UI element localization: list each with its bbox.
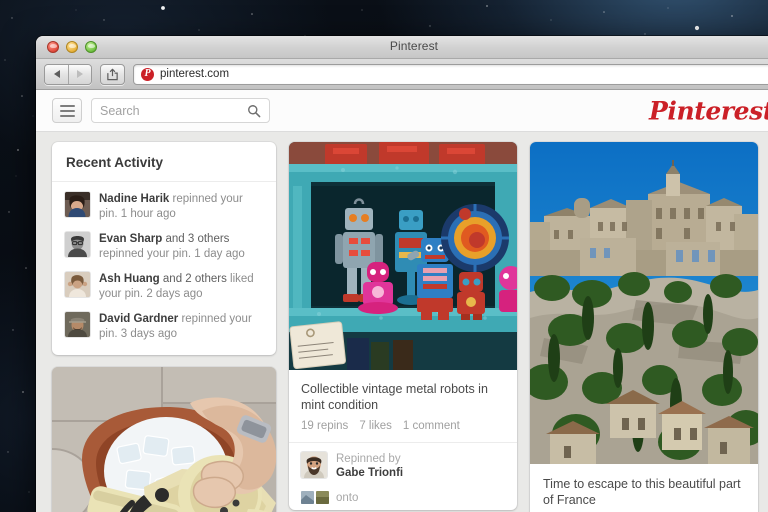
pin-card-france[interactable]: Time to escape to this beautiful part of… [530, 142, 758, 512]
activity-others: and 2 others [162, 273, 227, 285]
feed-column-left: Recent Activity Nadine Harik repinned yo… [52, 142, 276, 512]
menu-bar-icon [59, 114, 75, 117]
pin-image-robots[interactable] [289, 142, 517, 370]
pin-repinner[interactable]: Repinned by Gabe Trionfi [289, 442, 517, 488]
arrow-left-icon [53, 70, 60, 78]
window-titlebar: Pinterest [36, 36, 768, 59]
pin-card-icecream[interactable] [52, 367, 276, 512]
pinterest-header: Search Pinterest [36, 90, 768, 132]
france-photo [530, 142, 758, 464]
board-thumb-image [316, 491, 329, 504]
search-icon [248, 104, 261, 117]
board-thumb [301, 491, 314, 504]
browser-window: Pinterest P pinterest.com Search Pintere… [36, 36, 768, 512]
forward-button[interactable] [68, 64, 91, 84]
search-input[interactable]: Search [91, 98, 270, 123]
robots-photo [289, 142, 517, 370]
back-button[interactable] [45, 64, 68, 84]
activity-text: Ash Huang and 2 others liked your pin. 2… [99, 272, 263, 301]
pin-image-france[interactable] [530, 142, 758, 464]
pin-stats: 19 repins 7 likes 1 comment [301, 420, 505, 432]
pin-repins: 19 repins [301, 420, 349, 432]
pin-card-robots[interactable]: Collectible vintage metal robots in mint… [289, 142, 517, 510]
icecream-photo [52, 367, 276, 512]
board-thumb-image [301, 491, 314, 504]
activity-user-name: Ash Huang [99, 273, 160, 285]
activity-action: repinned your pin. [99, 247, 192, 260]
avatar-image [65, 232, 90, 257]
activity-item[interactable]: Ash Huang and 2 others liked your pin. 2… [52, 266, 276, 306]
pin-feed: Recent Activity Nadine Harik repinned yo… [36, 132, 768, 512]
browser-toolbar: P pinterest.com [36, 59, 768, 90]
share-icon [107, 68, 118, 80]
pin-body-robots: Collectible vintage metal robots in mint… [289, 370, 517, 442]
navigation-buttons [44, 63, 92, 85]
pin-image-icecream[interactable] [52, 367, 276, 512]
menu-bar-icon [59, 109, 75, 112]
activity-others: and 3 others [165, 233, 230, 245]
recent-activity-card: Recent Activity Nadine Harik repinned yo… [52, 142, 276, 355]
repinner-name: Gabe Trionfi [336, 467, 404, 479]
window-title: Pinterest [389, 39, 439, 53]
avatar-image [301, 452, 327, 478]
avatar [65, 232, 90, 257]
avatar [301, 452, 327, 478]
repinned-by-label: Repinned by [336, 453, 401, 465]
arrow-right-icon [77, 70, 83, 78]
hamburger-menu-button[interactable] [52, 98, 82, 123]
feed-column-right: Time to escape to this beautiful part of… [530, 142, 758, 512]
activity-time: 1 day ago [194, 247, 245, 260]
activity-item[interactable]: Nadine Harik repinned your pin. 1 hour a… [52, 186, 276, 226]
activity-time: 2 days ago [146, 287, 203, 300]
pin-likes: 7 likes [359, 420, 392, 432]
activity-user-name: David Gardner [99, 313, 179, 325]
board-thumbnails [301, 491, 329, 504]
activity-time: 3 days ago [120, 327, 178, 340]
pin-comments: 1 comment [402, 420, 460, 432]
activity-text: David Gardner repinned your pin. 3 days … [99, 312, 263, 341]
repinner-info: Repinned by Gabe Trionfi [336, 452, 403, 480]
feed-column-center: Collectible vintage metal robots in mint… [289, 142, 517, 512]
activity-user-name: Evan Sharp [99, 233, 163, 245]
avatar [65, 272, 90, 297]
search-placeholder: Search [100, 103, 140, 118]
avatar-image [65, 272, 90, 297]
activity-item[interactable]: Evan Sharp and 3 others repinned your pi… [52, 226, 276, 266]
avatar [65, 312, 90, 337]
avatar [65, 192, 90, 217]
activity-time: 1 hour ago [120, 207, 176, 220]
recent-activity-heading: Recent Activity [52, 142, 276, 182]
pinterest-logo[interactable]: Pinterest [649, 96, 768, 125]
url-text: pinterest.com [160, 68, 230, 80]
share-button[interactable] [100, 63, 125, 85]
pinterest-favicon-icon: P [141, 67, 154, 81]
activity-user-name: Nadine Harik [99, 193, 170, 205]
avatar-image [65, 312, 90, 337]
menu-bar-icon [59, 104, 75, 107]
desktop-background: Pinterest P pinterest.com Search Pintere… [0, 0, 768, 512]
activity-text: Nadine Harik repinned your pin. 1 hour a… [99, 192, 263, 221]
address-bar[interactable]: P pinterest.com [133, 63, 768, 85]
onto-label: onto [336, 491, 359, 504]
avatar-image [65, 192, 90, 217]
activity-item[interactable]: David Gardner repinned your pin. 3 days … [52, 306, 276, 346]
activity-text: Evan Sharp and 3 others repinned your pi… [99, 232, 263, 261]
recent-activity-list: Nadine Harik repinned your pin. 1 hour a… [52, 182, 276, 355]
board-thumb [316, 491, 329, 504]
pin-title: Collectible vintage metal robots in mint… [301, 382, 488, 412]
pin-caption: Time to escape to this beautiful part of… [543, 477, 741, 507]
pin-board-row[interactable]: onto [289, 488, 517, 510]
